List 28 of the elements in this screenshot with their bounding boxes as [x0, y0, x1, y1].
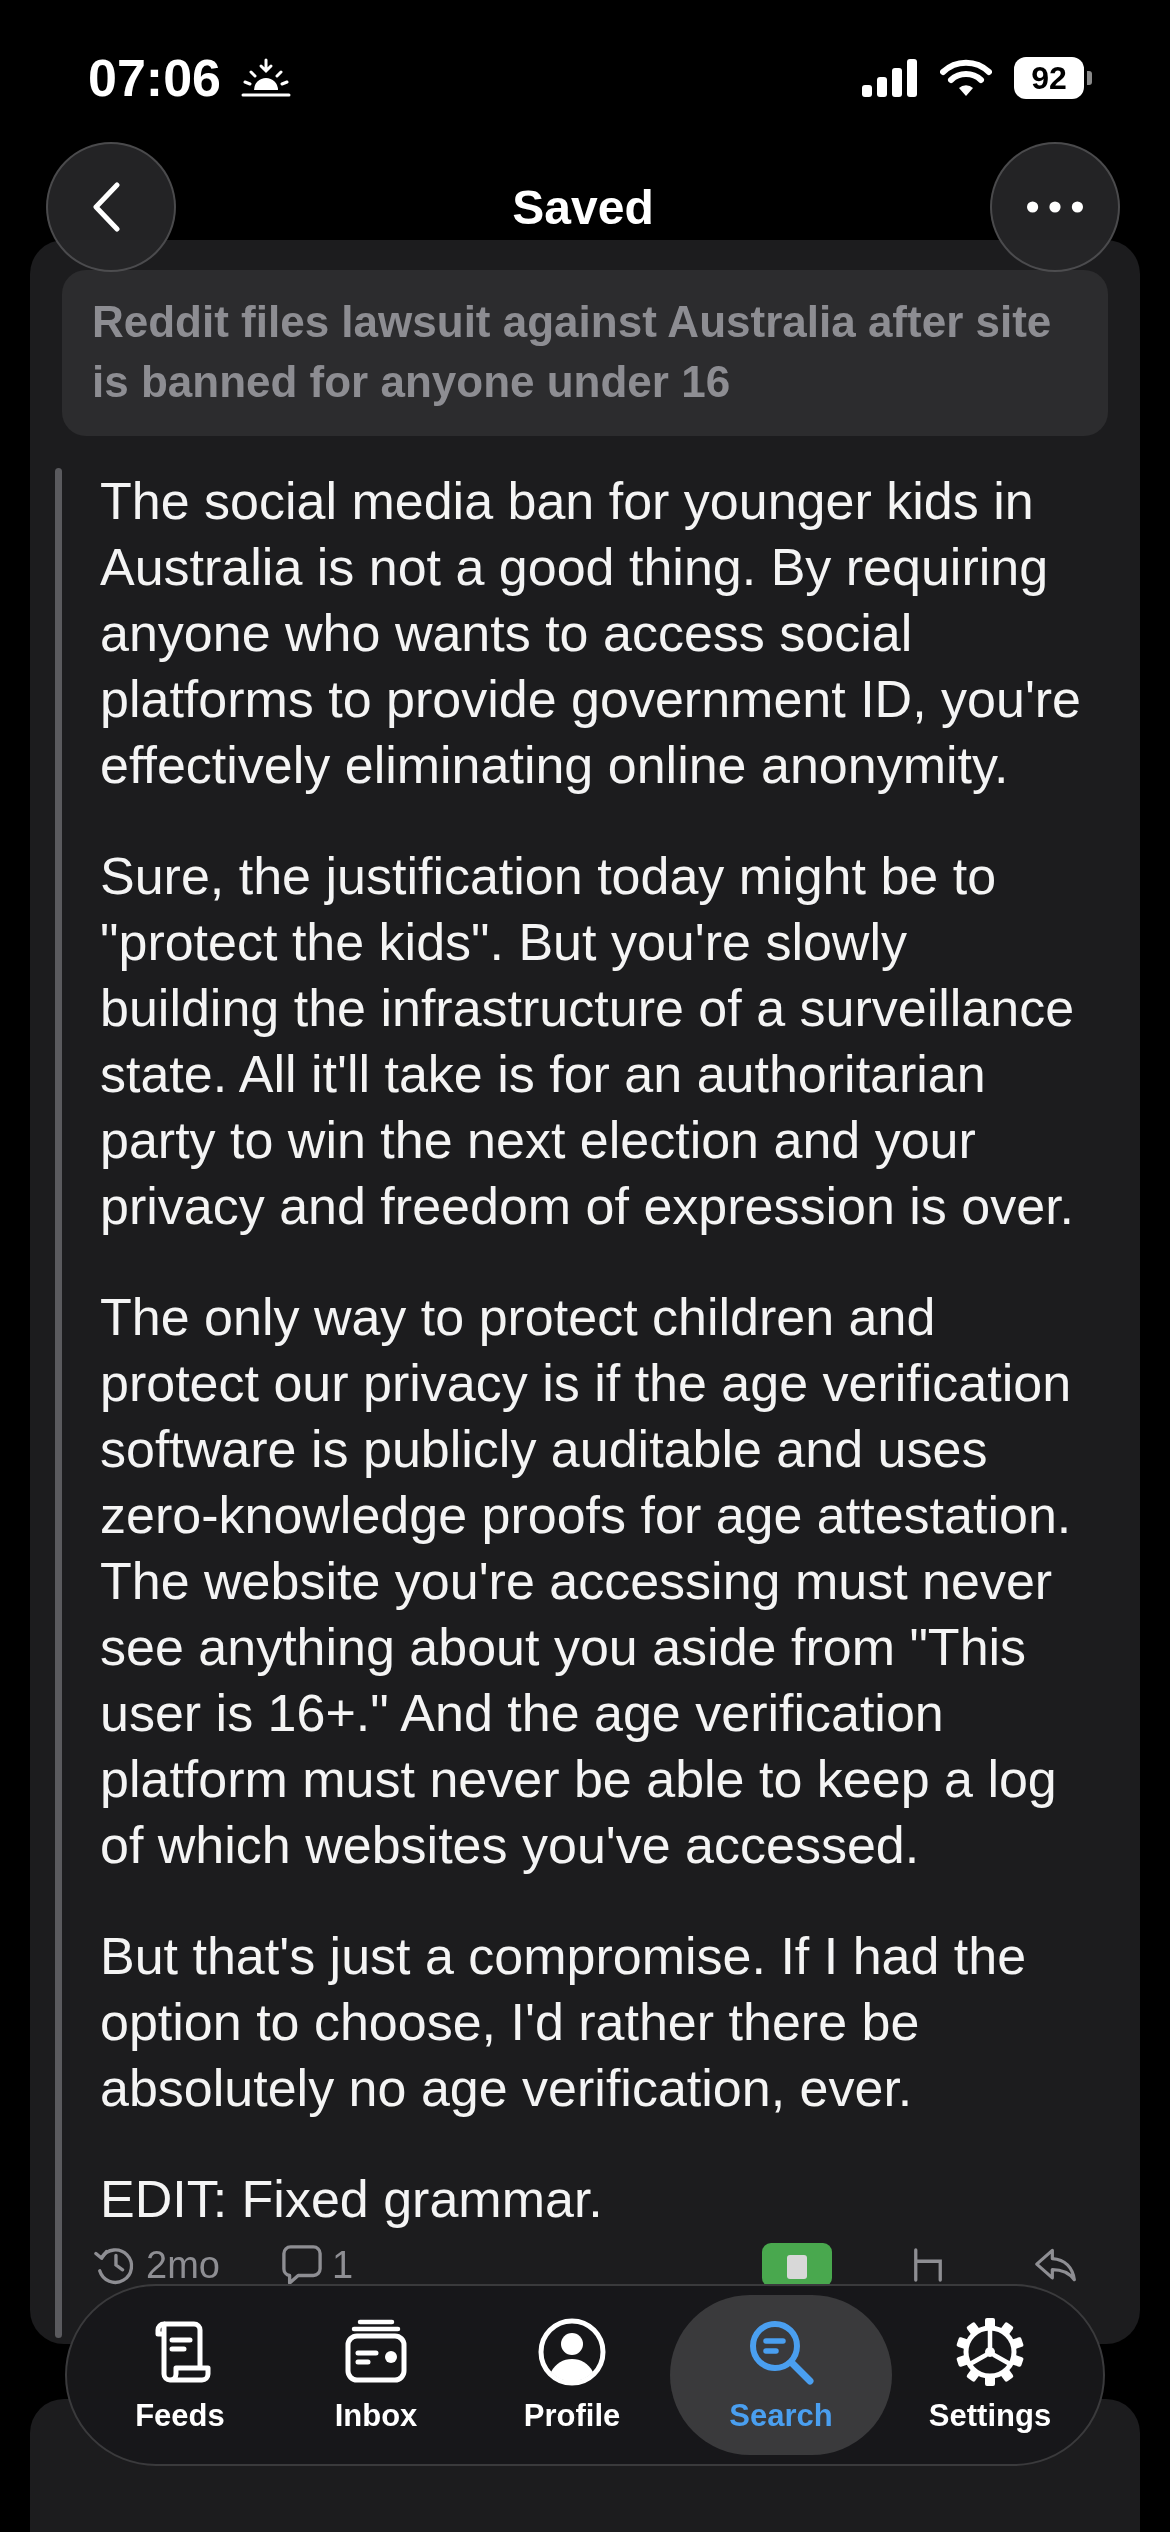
- comment-icon: [281, 2245, 322, 2285]
- wifi-icon: [940, 59, 992, 97]
- comment-paragraph: The social media ban for younger kids in Australia is not a good thing. By requiring anyone who wants to access social platforms to provide government ID, you're effectively eliminating online anonymity.: [100, 471, 1083, 796]
- search-tab[interactable]: Search: [670, 2295, 892, 2455]
- status-time: 07:06: [88, 48, 221, 108]
- person-icon: [536, 2316, 608, 2388]
- post-title-card[interactable]: Reddit files lawsuit against Australia after site is banned for anyone under 16: [62, 270, 1108, 436]
- feeds-tab[interactable]: Feeds: [82, 2295, 278, 2455]
- bracket-icon[interactable]: [912, 2248, 944, 2282]
- post-title: Reddit files lawsuit against Australia after site is banned for anyone under 16: [92, 296, 1053, 408]
- profile-tab[interactable]: Profile: [474, 2295, 670, 2455]
- comment-age: 2mo: [146, 2243, 220, 2287]
- signal-icon: [862, 59, 918, 97]
- battery-indicator: 92: [1014, 57, 1092, 99]
- reply-icon[interactable]: [1034, 2246, 1078, 2284]
- inbox-tab[interactable]: Inbox: [278, 2295, 474, 2455]
- comment-paragraph: Sure, the justification today might be to "protect the kids". But you're slowly building the infrastructure of a surveillance state. All it'll take is for an authoritarian party to win the next election and your privacy and freedom of expression is over.: [100, 846, 1076, 1237]
- sunset-icon: [241, 58, 291, 98]
- settings-tab[interactable]: Settings: [892, 2295, 1088, 2455]
- reply-count: 1: [331, 2243, 354, 2287]
- back-icon: [92, 182, 122, 232]
- screen-title: Saved: [512, 179, 654, 235]
- more-icon: [1027, 201, 1083, 213]
- square-icon[interactable]: [762, 2243, 832, 2287]
- comment-paragraph: EDIT: Fixed grammar.: [100, 2169, 604, 2230]
- settings-icon: [954, 2316, 1026, 2388]
- comment-paragraph: The only way to protect children and protect our privacy is if the age verification software is publicly auditable and uses zero-knowledge proofs for age attestation. The website you're accessing must never see anything about you aside from "This user is 16+." And the age verification platform must never be able to keep a log of which websites you've accessed.: [100, 1287, 1073, 1876]
- comment-paragraph: But that's just a compromise. If I had the option to choose, I'd rather there be absolutely no age verification, ever.: [100, 1926, 1028, 2119]
